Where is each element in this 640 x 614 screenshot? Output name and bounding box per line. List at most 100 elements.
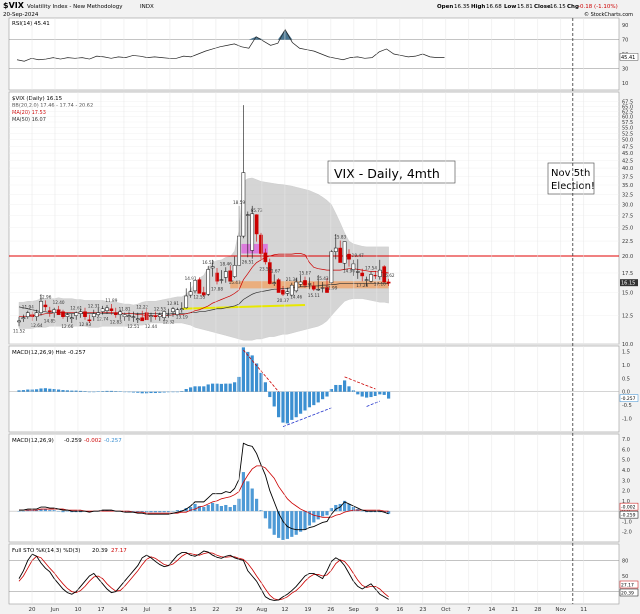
price-data-label: 12.93 <box>79 322 91 327</box>
candle-body <box>342 241 347 264</box>
histogram-bar <box>123 391 127 393</box>
histogram-bar <box>316 391 320 403</box>
chg-value: -0.18 (-1.10%) <box>578 4 618 10</box>
x-tick-label: 21 <box>511 607 518 613</box>
rsi-y-tick: 30 <box>622 66 628 72</box>
histogram-legend: MACD(12,26,9) Hist -0.257 <box>12 350 86 356</box>
candle-body <box>113 312 118 315</box>
macd-y-tick: 2.0 <box>622 489 630 495</box>
histogram-bar <box>105 390 109 392</box>
macd-histogram-bar <box>241 472 245 512</box>
price-y-tick: 40.0 <box>622 166 633 172</box>
price-data-label: 12.83 <box>110 320 122 325</box>
histogram-bar <box>189 387 193 392</box>
histogram-bar <box>329 389 333 392</box>
price-legend-2: MA(20) 17.53 <box>12 110 46 116</box>
histogram-bar <box>43 388 47 392</box>
candle-body <box>127 315 131 317</box>
ticker-symbol: $VIX <box>3 1 25 10</box>
price-data-label: 12.51 <box>127 324 139 329</box>
histogram-bar <box>285 391 289 424</box>
macd-y-tick: 5.0 <box>622 458 630 464</box>
x-tick-label: 26 <box>327 607 334 613</box>
price-legend-1: BB(20,2.0) 17.46 - 17.74 - 20.62 <box>12 103 93 109</box>
macd-panel: MACD(12,26,9) -0.259 -0.002 -0.257 7.0 6.… <box>8 433 639 543</box>
price-data-label: 12.74 <box>97 317 109 322</box>
vix-title-annotation: VIX - Daily, 4mth <box>327 160 456 184</box>
x-tick-label: 24 <box>120 607 127 613</box>
x-tick-label: 10 <box>74 607 81 613</box>
price-data-label: 16.52 <box>202 260 214 265</box>
price-data-label: 15.83 <box>334 235 346 240</box>
price-data-label: 15.11 <box>308 293 320 298</box>
histogram-bar <box>224 383 228 392</box>
histogram-bar <box>145 391 149 394</box>
macd-legend-macd: -0.259 <box>64 438 82 444</box>
candle-body <box>285 291 290 294</box>
macd-histogram-bar <box>175 510 179 512</box>
histogram-bar <box>140 391 144 394</box>
stochastic-y-tick: 50 <box>622 574 628 580</box>
x-tick-label: 7 <box>467 607 471 613</box>
histogram-y-tick: 1.0 <box>622 363 630 369</box>
macd-histogram-bar <box>193 503 197 512</box>
candle-body <box>250 213 255 251</box>
price-y-tick: 27.5 <box>622 214 633 220</box>
price-data-label: 17.88 <box>211 286 223 291</box>
close-label: Close <box>534 4 551 10</box>
price-y-tick: 32.5 <box>622 192 633 198</box>
macd-histogram-bar <box>255 498 259 512</box>
histogram-bar <box>136 391 140 393</box>
price-data-label: 14.91 <box>185 276 197 281</box>
price-data-label: 12.22 <box>136 305 148 310</box>
x-tick-label: 12 <box>281 607 288 613</box>
histogram-bar <box>26 389 30 392</box>
stock-chart: $VIX Volatility Index - New Methodology … <box>3 1 639 613</box>
histogram-bar <box>61 390 65 392</box>
histogram-bar <box>382 391 386 395</box>
rsi-last-value: 45.41 <box>621 55 635 61</box>
price-y-tick: 22.5 <box>622 239 633 245</box>
price-data-label: 11.94 <box>22 305 34 310</box>
macd-last-value: -0.002 <box>621 505 636 511</box>
macd-histogram-bar <box>219 506 223 512</box>
price-data-label: 20.37 <box>277 298 289 303</box>
price-data-label: 11.81 <box>119 307 131 312</box>
candle-body <box>184 295 189 309</box>
candle-body <box>47 310 52 312</box>
x-tick-label: 19 <box>304 607 311 613</box>
candle-body <box>131 316 136 318</box>
x-tick-label: 17 <box>97 607 104 613</box>
candle-body <box>96 312 101 315</box>
price-data-label: 21.67 <box>268 268 280 273</box>
macd-histogram-bar <box>312 511 316 523</box>
candle-body <box>377 269 382 277</box>
histogram-bar <box>360 391 364 397</box>
candle-body <box>69 317 74 320</box>
macd-last-value: -0.259 <box>621 513 636 519</box>
histogram-bar <box>48 388 52 392</box>
candle-body <box>52 309 57 313</box>
price-y-tick: 50.0 <box>622 138 633 144</box>
rsi-legend: RSI(14) 45.41 <box>12 21 50 27</box>
candle-body <box>61 311 65 317</box>
candle-body <box>193 280 197 292</box>
election-text-line1: Nov 5th <box>551 168 590 179</box>
histogram-bar <box>92 391 96 393</box>
macd-histogram-bar <box>224 504 228 512</box>
macd-histogram-bar <box>206 504 210 512</box>
candle-body <box>56 309 61 315</box>
macd-panel-frame <box>8 433 620 543</box>
histogram-bar <box>373 391 377 396</box>
price-data-label: 12.40 <box>53 300 65 305</box>
candle-body <box>281 289 285 295</box>
candle-body <box>188 291 193 296</box>
candle-body <box>25 312 30 317</box>
close-value: 16.15 <box>550 4 566 10</box>
candle-body <box>78 311 83 314</box>
candle-body <box>210 266 215 269</box>
histogram-bar <box>211 383 215 392</box>
x-tick-label: 28 <box>534 607 541 613</box>
x-tick-label: Aug <box>257 607 268 613</box>
price-data-label: 17.54 <box>365 266 377 271</box>
